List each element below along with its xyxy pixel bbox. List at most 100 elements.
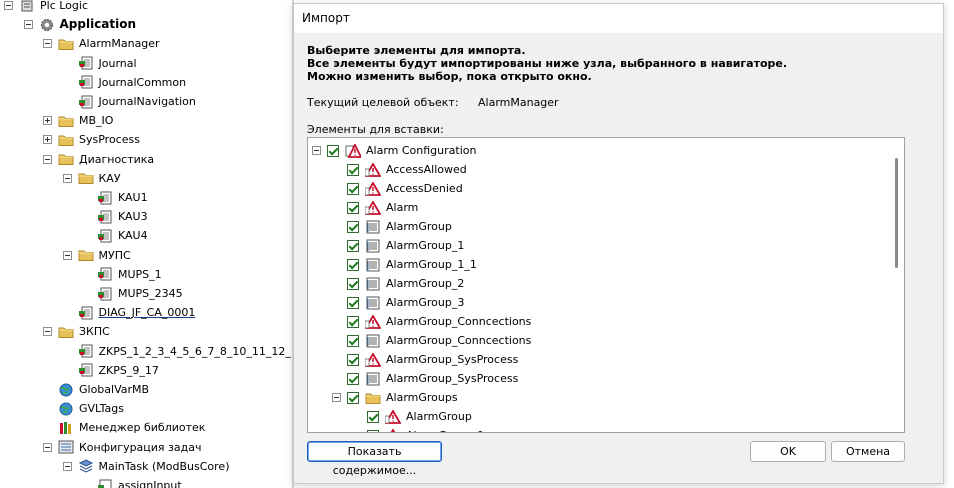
dialog-title: Импорт (294, 4, 943, 33)
plc-logic-icon (19, 0, 35, 13)
collapse-icon[interactable] (43, 39, 52, 49)
import-dialog: Импорт Выберите элементы для импорта. Вс… (293, 3, 944, 484)
project-tree[interactable]: Plc Logic Application AlarmManager Journal J… (0, 0, 292, 488)
collapse-icon[interactable] (312, 146, 321, 155)
item-checkbox[interactable] (327, 144, 339, 157)
tree-item[interactable]: MUPS_1 (82, 265, 162, 284)
tree-item-label: GlobalVarMB (79, 383, 150, 396)
tree-item[interactable]: КАУ (62, 169, 121, 188)
import-item-label: AlarmGroup (386, 220, 452, 233)
tree-item[interactable]: MB_IO (43, 111, 113, 130)
import-item[interactable]: AlarmGroup_3 (332, 293, 464, 312)
item-checkbox[interactable] (347, 258, 359, 271)
item-checkbox[interactable] (347, 277, 359, 290)
collapse-icon[interactable] (62, 250, 72, 260)
tree-item-label: GVLTags (79, 402, 125, 416)
import-item[interactable]: AlarmGroup_1 (332, 236, 464, 255)
tree-item[interactable]: Диагностика (43, 150, 154, 169)
tree-item[interactable]: AlarmManager (0, 34, 292, 54)
tree-item[interactable]: assignInput (82, 476, 182, 488)
import-item[interactable]: AlarmGroup (332, 217, 452, 236)
collapse-icon[interactable] (62, 173, 72, 183)
tree-item[interactable]: MainTask (ModBusCore) (62, 457, 230, 476)
cancel-button[interactable]: Отмена (831, 441, 905, 462)
program-icon (97, 479, 113, 488)
tree-item[interactable]: ЗКПС (43, 322, 110, 341)
collapse-icon[interactable] (43, 442, 52, 452)
collapse-icon[interactable] (23, 20, 33, 30)
import-item[interactable]: AlarmGroup_Conncections (332, 331, 531, 350)
import-item[interactable]: AlarmGroups (332, 388, 458, 407)
tree-item[interactable]: GlobalVarMB (43, 380, 149, 399)
scroll-thumb[interactable] (895, 158, 898, 268)
tree-item[interactable]: МУПС (62, 246, 131, 265)
tree-item[interactable]: KAU1 (82, 188, 148, 207)
tree-item-label: Менеджер библиотек (79, 421, 206, 435)
import-item-label: Alarm (386, 201, 419, 214)
import-item-label: AlarmGroups (386, 391, 458, 404)
tree-item[interactable]: ZKPS_1_2_3_4_5_6_7_8_10_11_12_13_ (63, 342, 292, 361)
tree-item-label: Plc Logic (40, 0, 88, 12)
item-checkbox[interactable] (347, 239, 359, 252)
import-item[interactable]: AccessDenied (332, 179, 463, 198)
tree-item[interactable]: KAU4 (82, 226, 148, 245)
item-checkbox[interactable] (347, 296, 359, 309)
tree-item[interactable]: JournalNavigation (63, 92, 196, 111)
import-item[interactable]: AlarmGroup_SysProcess (332, 369, 518, 388)
list-scrollbar[interactable] (889, 138, 904, 432)
item-checkbox[interactable] (367, 429, 379, 432)
tree-item[interactable]: Application (23, 15, 137, 34)
target-value: AlarmManager (478, 96, 559, 109)
tree-item-label: MB_IO (79, 114, 114, 128)
tree-item[interactable]: Plc Logic (4, 0, 88, 15)
folder-icon (365, 391, 381, 405)
import-item[interactable]: AlarmGroup_2 (332, 274, 464, 293)
collapse-icon[interactable] (43, 154, 52, 164)
tree-item[interactable]: KAU3 (82, 207, 148, 226)
expand-icon[interactable] (43, 116, 52, 126)
item-checkbox[interactable] (347, 353, 359, 366)
collapse-icon[interactable] (4, 1, 13, 10)
item-checkbox[interactable] (347, 391, 359, 404)
tree-item[interactable]: Journal (63, 54, 137, 73)
item-checkbox[interactable] (347, 372, 359, 385)
import-item[interactable]: AlarmGroup_1 (352, 426, 484, 432)
import-item[interactable]: AlarmGroup_SysProcess (332, 350, 518, 369)
item-checkbox[interactable] (347, 220, 359, 233)
tree-item[interactable]: Конфигурация задач (43, 438, 201, 457)
item-checkbox[interactable] (367, 410, 379, 423)
import-item[interactable]: AlarmGroup_Conncections (332, 312, 531, 331)
item-checkbox[interactable] (347, 334, 359, 347)
tree-item-label: MUPS_2345 (118, 287, 183, 300)
item-checkbox[interactable] (347, 315, 359, 328)
import-item[interactable]: AlarmGroup_1_1 (332, 255, 477, 274)
tree-item[interactable]: MUPS_2345 (82, 284, 183, 303)
import-item[interactable]: Alarm (332, 198, 418, 217)
tree-item[interactable]: SysProcess (43, 130, 140, 149)
expand-icon[interactable] (43, 135, 52, 145)
tree-item[interactable]: JournalCommon (63, 73, 186, 92)
folder-icon (58, 325, 74, 339)
show-contents-button[interactable]: Показать содержимое... (307, 441, 442, 477)
pou-icon (97, 210, 113, 224)
tree-item[interactable]: ZKPS_9_17 (63, 361, 159, 380)
tree-item[interactable]: DIAG_JF_CA_0001 (63, 303, 195, 322)
item-checkbox[interactable] (347, 201, 359, 214)
tree-item[interactable]: Менеджер библиотек (43, 418, 205, 437)
import-item[interactable]: AccessAllowed (332, 160, 467, 179)
import-item-label: AccessAllowed (386, 163, 467, 176)
import-elements-list[interactable]: Alarm Configuration AccessAllowed AccessDe… (307, 137, 905, 433)
ok-button[interactable]: OK (750, 441, 826, 462)
item-checkbox[interactable] (347, 182, 359, 195)
alarm-group-icon (365, 372, 381, 386)
task-config-icon (58, 440, 74, 454)
import-item[interactable]: AlarmGroup (352, 407, 472, 426)
collapse-icon[interactable] (62, 461, 72, 471)
tree-item-label: Application (59, 17, 137, 32)
tree-item[interactable]: GVLTags (43, 399, 124, 418)
import-item[interactable]: Alarm Configuration (312, 141, 476, 160)
item-checkbox[interactable] (347, 163, 359, 176)
pou-icon (78, 56, 94, 70)
collapse-icon[interactable] (332, 393, 341, 402)
collapse-icon[interactable] (43, 327, 52, 337)
